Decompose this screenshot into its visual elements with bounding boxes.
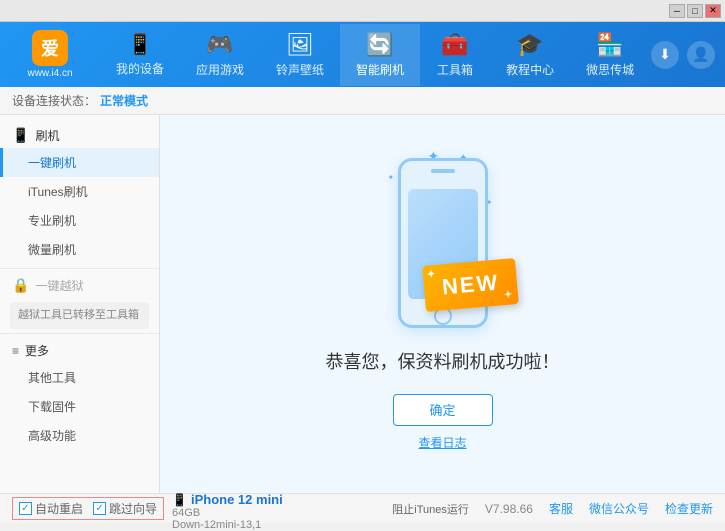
customer-service-link[interactable]: 客服 <box>549 500 573 517</box>
user-button[interactable]: 👤 <box>687 41 715 69</box>
device-firmware: Down-12mini-13,1 <box>172 519 283 531</box>
main-area: 📱 刷机 一键刷机 iTunes刷机 专业刷机 微量刷机 🔒 一键越狱 <box>0 115 725 493</box>
flash-section-icon: 📱 <box>12 127 29 144</box>
sidebar-item-itunes-flash[interactable]: iTunes刷机 <box>0 177 159 206</box>
auto-restart-checkbox-label[interactable]: ✓ 自动重启 <box>19 500 83 517</box>
confirm-button-label: 确定 <box>429 400 455 419</box>
sidebar-divider-1 <box>0 268 159 269</box>
itunes-status-text: 阻止iTunes运行 <box>392 504 469 516</box>
itunes-status: 阻止iTunes运行 <box>392 501 469 517</box>
sparkle-icon-4: ✦ <box>388 173 395 182</box>
skip-wizard-label: 跳过向导 <box>109 500 157 517</box>
maximize-button[interactable]: □ <box>687 4 703 18</box>
status-value: 正常模式 <box>100 92 148 109</box>
content-area: ✦ ✦ ✦ ✦ NEW 恭喜您，保资料刷机成功啦！ 确定 查看日志 <box>160 115 725 493</box>
nav-label-toolbox: 工具箱 <box>437 61 473 78</box>
apps-games-icon: 🎮 <box>206 32 233 58</box>
logo-icon: 爱 <box>32 30 68 66</box>
skip-wizard-checkbox[interactable]: ✓ <box>93 502 106 515</box>
sidebar-item-other-tools[interactable]: 其他工具 <box>0 363 159 392</box>
wechat-mall-icon: 🏪 <box>596 32 623 58</box>
nav-item-my-device[interactable]: 📱 我的设备 <box>100 24 180 86</box>
nav-label-ringtones: 铃声壁纸 <box>276 61 324 78</box>
ringtones-icon: 🖼 <box>286 32 314 58</box>
status-bar: 设备连接状态： 正常模式 <box>0 87 725 115</box>
new-badge-text: NEW <box>441 269 500 299</box>
sidebar-section-flash[interactable]: 📱 刷机 <box>0 123 159 148</box>
sidebar: 📱 刷机 一键刷机 iTunes刷机 专业刷机 微量刷机 🔒 一键越狱 <box>0 115 160 493</box>
app-header: 爱 www.i4.cn 📱 我的设备 🎮 应用游戏 🖼 铃声壁纸 🔄 智能刷机 … <box>0 22 725 87</box>
nav-label-wechat-mall: 微思传城 <box>586 61 634 78</box>
confirm-button[interactable]: 确定 <box>393 394 493 426</box>
advanced-label: 高级功能 <box>28 429 76 443</box>
checkbox-region: ✓ 自动重启 ✓ 跳过向导 <box>12 497 164 520</box>
wechat-public-link[interactable]: 微信公众号 <box>589 500 649 517</box>
nav-label-my-device: 我的设备 <box>116 60 164 77</box>
nav-item-toolbox[interactable]: 🧰 工具箱 <box>420 24 490 86</box>
other-tools-label: 其他工具 <box>28 371 76 385</box>
nav-item-apps-games[interactable]: 🎮 应用游戏 <box>180 24 260 86</box>
status-label: 设备连接状态： <box>12 92 96 109</box>
sidebar-item-advanced[interactable]: 高级功能 <box>0 421 159 450</box>
phone-speaker <box>431 169 455 173</box>
phone-illustration: ✦ ✦ ✦ ✦ NEW <box>398 158 488 328</box>
show-log-link[interactable]: 查看日志 <box>418 434 466 451</box>
nav-label-apps-games: 应用游戏 <box>196 61 244 78</box>
sidebar-item-pro-flash[interactable]: 专业刷机 <box>0 206 159 235</box>
footer: ✓ 自动重启 ✓ 跳过向导 📱 iPhone 12 mini 64GB Down… <box>0 493 725 523</box>
app-logo[interactable]: 爱 www.i4.cn <box>10 30 90 79</box>
download-button[interactable]: ⬇ <box>651 41 679 69</box>
more-section-icon: ≡ <box>12 344 19 358</box>
download-firmware-label: 下载固件 <box>28 400 76 414</box>
logo-site-url: www.i4.cn <box>27 68 72 79</box>
pro-flash-label: 专业刷机 <box>28 214 76 228</box>
device-icon: 📱 <box>172 493 187 507</box>
device-name: iPhone 12 mini <box>191 492 283 507</box>
nav-bar: 📱 我的设备 🎮 应用游戏 🖼 铃声壁纸 🔄 智能刷机 🧰 工具箱 🎓 教程中心… <box>100 24 650 86</box>
success-message: 恭喜您，保资料刷机成功啦！ <box>326 348 560 374</box>
tutorials-icon: 🎓 <box>516 32 543 58</box>
sidebar-section-rescue[interactable]: 🔒 一键越狱 <box>0 273 159 298</box>
version-text: V7.98.66 <box>485 502 533 516</box>
sidebar-item-one-key-flash[interactable]: 一键刷机 <box>0 148 159 177</box>
sidebar-divider-2 <box>0 333 159 334</box>
footer-right: 阻止iTunes运行 V7.98.66 客服 微信公众号 检查更新 <box>392 500 713 517</box>
nav-item-tutorials[interactable]: 🎓 教程中心 <box>490 24 570 86</box>
itunes-flash-label: iTunes刷机 <box>28 185 88 199</box>
sidebar-scroll-area: 📱 刷机 一键刷机 iTunes刷机 专业刷机 微量刷机 🔒 一键越狱 <box>0 115 159 493</box>
skip-wizard-checkbox-label[interactable]: ✓ 跳过向导 <box>93 500 157 517</box>
header-right-buttons: ⬇ 👤 <box>651 41 715 69</box>
toolbox-icon: 🧰 <box>441 32 468 58</box>
auto-restart-label: 自动重启 <box>35 500 83 517</box>
sidebar-section-flash-label: 刷机 <box>35 127 59 144</box>
rescue-section-icon: 🔒 <box>12 277 29 294</box>
sidebar-section-rescue-label: 一键越狱 <box>35 277 83 294</box>
auto-restart-checkbox[interactable]: ✓ <box>19 502 32 515</box>
nav-label-tutorials: 教程中心 <box>506 61 554 78</box>
minimize-button[interactable]: ─ <box>669 4 685 18</box>
my-device-icon: 📱 <box>128 32 153 57</box>
window-controls[interactable]: ─ □ ✕ <box>669 4 721 18</box>
sidebar-item-download-firmware[interactable]: 下载固件 <box>0 392 159 421</box>
title-bar: ─ □ ✕ <box>0 0 725 22</box>
nav-label-smart-flash: 智能刷机 <box>356 61 404 78</box>
smart-flash-icon: 🔄 <box>366 32 393 58</box>
device-section: 📱 iPhone 12 mini 64GB Down-12mini-13,1 <box>172 492 283 531</box>
sidebar-section-more[interactable]: ≡ 更多 <box>0 338 159 363</box>
nav-item-wechat-mall[interactable]: 🏪 微思传城 <box>570 24 650 86</box>
recover-flash-label: 微量刷机 <box>28 243 76 257</box>
nav-item-ringtones[interactable]: 🖼 铃声壁纸 <box>260 24 340 86</box>
sidebar-rescue-note: 越狱工具已转移至工具箱 <box>10 302 149 329</box>
device-storage: 64GB <box>172 507 283 519</box>
sidebar-section-more-label: 更多 <box>25 342 49 359</box>
one-key-flash-label: 一键刷机 <box>28 156 76 170</box>
sidebar-item-recover-flash[interactable]: 微量刷机 <box>0 235 159 264</box>
close-button[interactable]: ✕ <box>705 4 721 18</box>
check-update-link[interactable]: 检查更新 <box>665 500 713 517</box>
nav-item-smart-flash[interactable]: 🔄 智能刷机 <box>340 24 420 86</box>
new-badge: NEW <box>422 258 519 312</box>
